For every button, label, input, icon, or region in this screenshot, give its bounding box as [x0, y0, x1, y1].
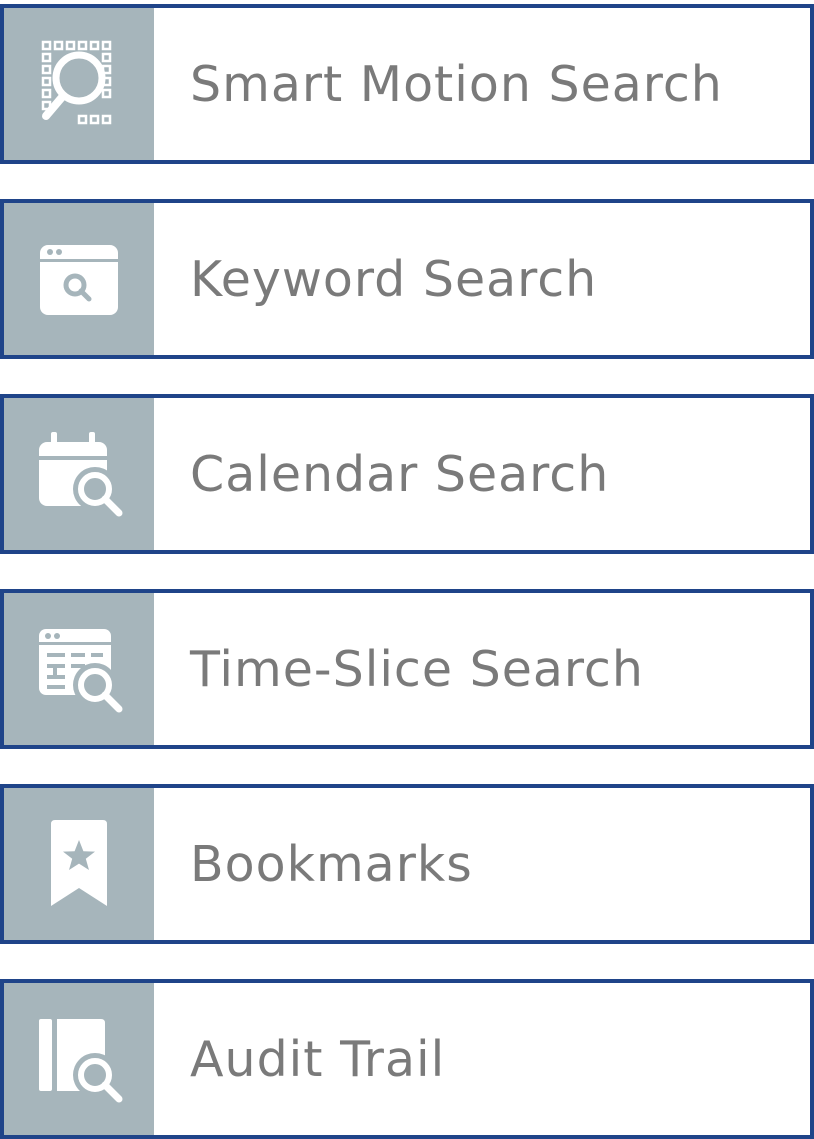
keyword-search-icon: [40, 245, 118, 315]
menu-item-time-slice-search[interactable]: Time-Slice Search: [0, 589, 814, 749]
menu-item-label: Time-Slice Search: [190, 640, 644, 698]
audit-trail-icon: [39, 1019, 123, 1103]
time-slice-search-icon: [39, 629, 123, 713]
menu-item-label: Audit Trail: [190, 1030, 446, 1088]
menu-item-label: Smart Motion Search: [190, 55, 723, 113]
icon-box: [4, 593, 154, 745]
menu-item-calendar-search[interactable]: Calendar Search: [0, 394, 814, 554]
icon-box: [4, 398, 154, 550]
icon-box: [4, 8, 154, 160]
bookmark-star-icon: [51, 820, 107, 906]
menu-item-bookmarks[interactable]: Bookmarks: [0, 784, 814, 944]
menu-item-smart-motion-search[interactable]: Smart Motion Search: [0, 4, 814, 164]
icon-box: [4, 983, 154, 1135]
smart-motion-search-icon: [41, 40, 112, 125]
calendar-search-icon: [39, 432, 123, 517]
icon-box: [4, 788, 154, 940]
menu-item-audit-trail[interactable]: Audit Trail: [0, 979, 814, 1139]
menu-item-label: Calendar Search: [190, 445, 610, 503]
icon-box: [4, 203, 154, 355]
menu-item-label: Keyword Search: [190, 250, 598, 308]
menu-item-label: Bookmarks: [190, 835, 473, 893]
menu-item-keyword-search[interactable]: Keyword Search: [0, 199, 814, 359]
search-menu-list: Smart Motion Search Keyword Search Calen…: [0, 4, 814, 1139]
